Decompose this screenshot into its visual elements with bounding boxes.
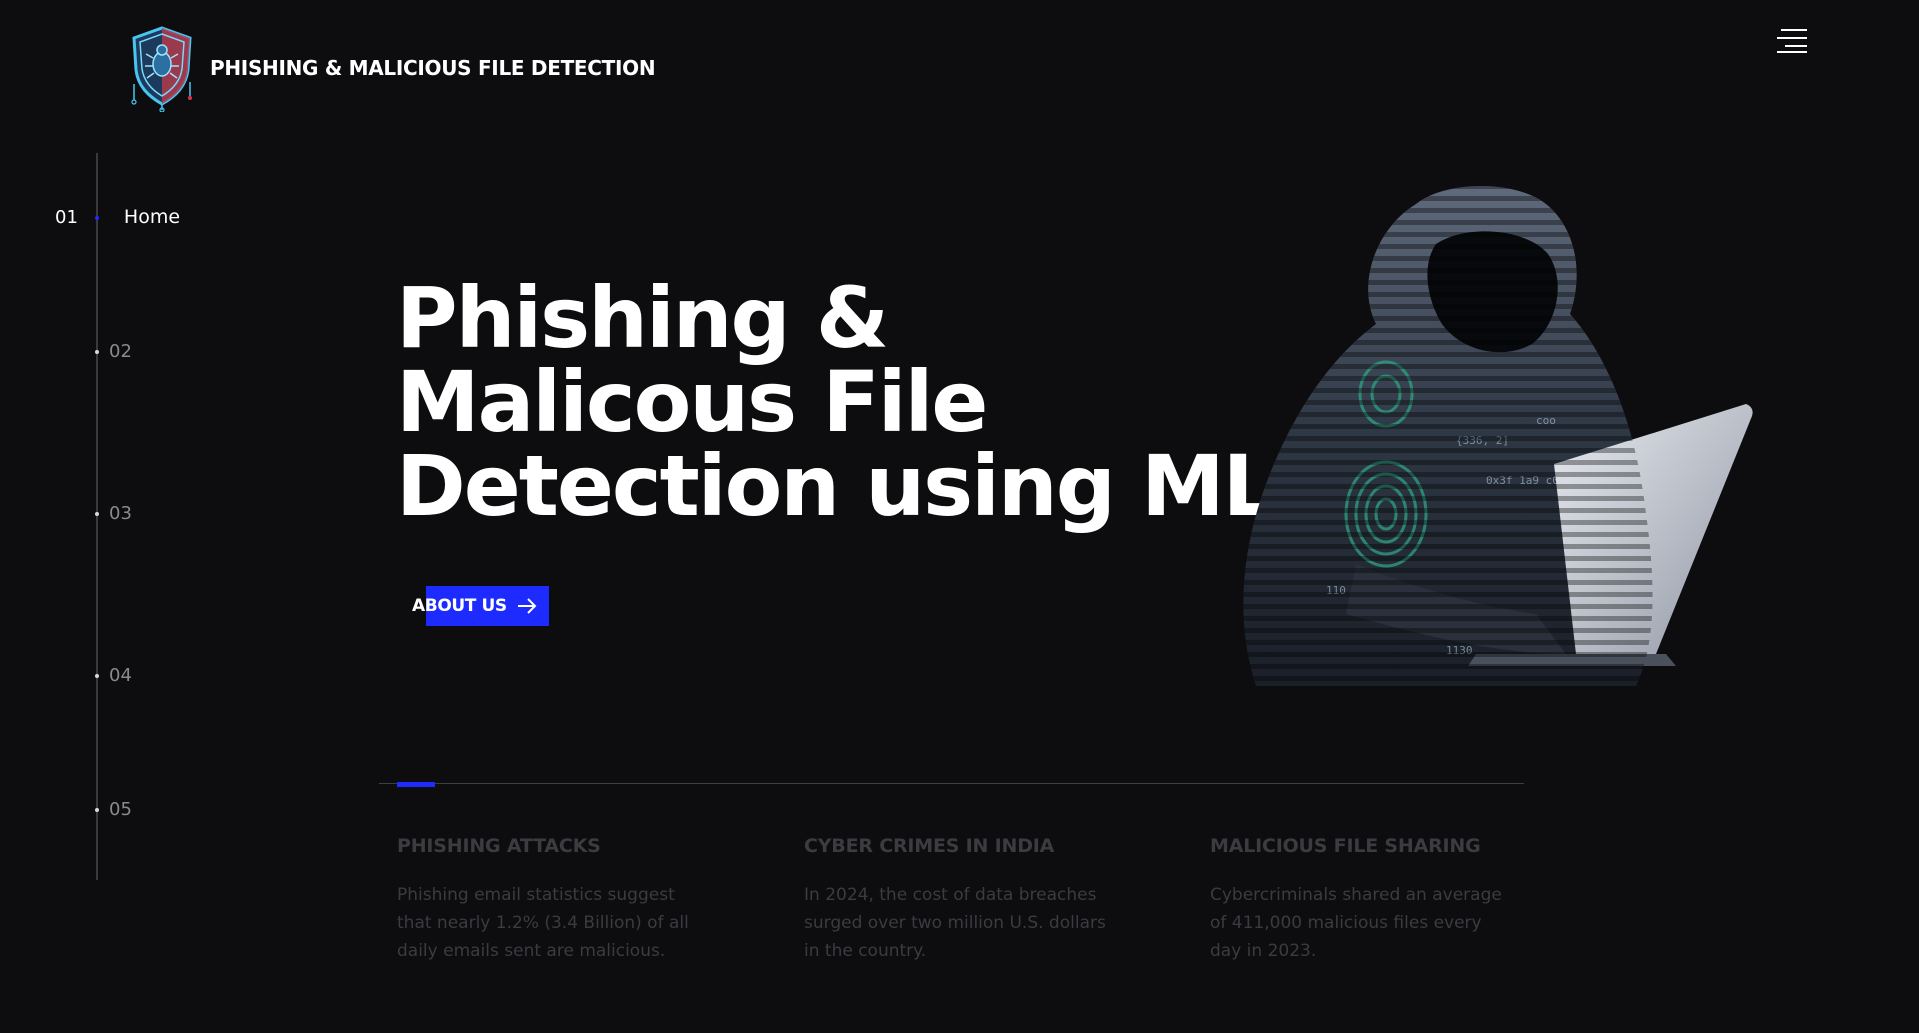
- sidebar-item-03[interactable]: 03: [109, 503, 132, 524]
- sidebar-item-05[interactable]: 05: [109, 799, 132, 820]
- sidebar-item-04[interactable]: 04: [109, 665, 132, 686]
- stat-phishing-attacks: PHISHING ATTACKS Phishing email statisti…: [397, 835, 727, 965]
- sidebar-dot: [95, 674, 99, 678]
- hooded-hacker-illustration: {336, 2] 0x3f 1a9 c0 coo 1130 110 010: [1243, 186, 1753, 686]
- sidebar-item-number: 02: [109, 341, 132, 362]
- sidebar-item-number: 01: [55, 206, 78, 228]
- sidebar-item-02[interactable]: 02: [109, 341, 132, 362]
- stat-title: CYBER CRIMES IN INDIA: [804, 835, 1055, 857]
- hero-title-line: Detection using ML: [396, 437, 1276, 535]
- sidebar-dot-active: [95, 216, 99, 220]
- stat-title: MALICIOUS FILE SHARING: [1210, 835, 1481, 857]
- hamburger-menu-icon[interactable]: [1773, 26, 1807, 56]
- hero-title: Phishing & Malicous File Detection using…: [396, 276, 1276, 528]
- about-us-button-label: ABOUT US: [412, 596, 507, 616]
- site-title: PHISHING & MALICIOUS FILE DETECTION: [210, 56, 656, 80]
- page: PHISHING & MALICIOUS FILE DETECTION 01 H…: [0, 0, 1919, 1033]
- sidebar-item-number: 04: [109, 665, 132, 686]
- section-divider: [379, 783, 1524, 784]
- stat-cyber-crimes-india: CYBER CRIMES IN INDIA In 2024, the cost …: [804, 835, 1134, 965]
- sidebar-item-label: Home: [123, 206, 181, 228]
- stat-malicious-file-sharing: MALICIOUS FILE SHARING Cybercriminals sh…: [1210, 835, 1540, 965]
- sidebar-dot: [95, 350, 99, 354]
- side-nav-line: [96, 153, 98, 880]
- shield-bug-logo-icon: [131, 26, 192, 112]
- stat-text: Cybercriminals shared an average of 411,…: [1210, 885, 1502, 961]
- brand[interactable]: PHISHING & MALICIOUS FILE DETECTION: [126, 24, 656, 112]
- divider-accent: [397, 782, 435, 787]
- stat-text: Phishing email statistics suggest that n…: [397, 885, 689, 961]
- sidebar-dot: [95, 512, 99, 516]
- arrow-right-icon: [517, 598, 537, 614]
- stat-text: In 2024, the cost of data breaches surge…: [804, 885, 1106, 961]
- stat-title: PHISHING ATTACKS: [397, 835, 601, 857]
- sidebar-item-number: 03: [109, 503, 132, 524]
- sidebar-item-home[interactable]: 01 Home: [55, 206, 180, 228]
- sidebar-dot: [95, 808, 99, 812]
- about-us-button[interactable]: ABOUT US: [412, 586, 549, 626]
- sidebar-item-number: 05: [109, 799, 132, 820]
